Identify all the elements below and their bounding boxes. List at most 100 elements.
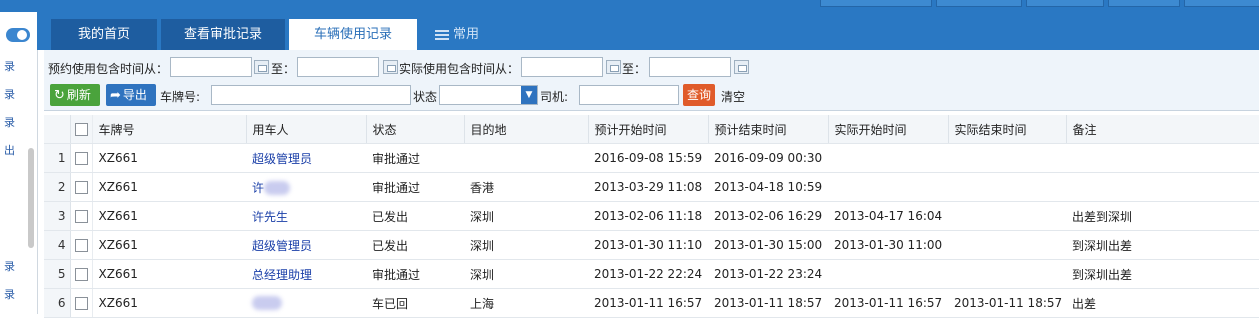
header-button[interactable] <box>1108 0 1180 7</box>
row-checkbox-box[interactable] <box>74 297 88 310</box>
cell-plate: XZ661 <box>92 143 246 173</box>
tab-favorites[interactable]: 常用 <box>435 19 479 50</box>
header-button[interactable] <box>936 0 1022 7</box>
sidebar-item[interactable]: 录 <box>4 258 15 274</box>
sidebar-item[interactable]: 录 <box>4 114 15 130</box>
row-checkbox[interactable] <box>70 259 93 289</box>
header-button[interactable] <box>820 0 932 7</box>
sidebar-item[interactable]: 录 <box>4 86 15 102</box>
row-checkbox-box[interactable] <box>74 210 88 223</box>
table-row[interactable]: 1 XZ661 超级管理员 审批通过 2016-09-08 15:59 2016-09-0… <box>44 143 1259 173</box>
clear-button[interactable]: 清空 <box>721 88 745 105</box>
cell-user <box>246 288 366 318</box>
table-row[interactable]: 5 XZ661 总经理助理 审批通过 深圳 2013-01-22 22:24 2013-01… <box>44 259 1259 289</box>
select-all-checkbox[interactable] <box>74 123 88 136</box>
tab-approval-records[interactable]: 查看审批记录 <box>161 19 285 50</box>
select-all-checkbox-cell[interactable] <box>70 115 93 144</box>
redacted-name <box>264 181 291 195</box>
row-checkbox-box[interactable] <box>74 268 88 281</box>
column-header-plate[interactable]: 车牌号 <box>92 115 247 144</box>
user-link[interactable]: 许先生 <box>252 210 288 224</box>
table-row[interactable]: 3 XZ661 许先生 已发出 深圳 2013-02-06 11:18 2013-02-06… <box>44 201 1259 231</box>
cell-note: 到深圳出差 <box>1066 259 1259 289</box>
row-checkbox[interactable] <box>70 143 93 173</box>
cell-plate: XZ661 <box>92 201 246 231</box>
sidebar-item[interactable]: 出 <box>4 142 15 158</box>
calendar-icon[interactable] <box>383 60 398 74</box>
user-link[interactable]: 超级管理员 <box>252 239 312 253</box>
to-label: 至： <box>622 62 647 76</box>
actual-time-from-input[interactable] <box>521 57 603 77</box>
tab-vehicle-usage[interactable]: 车辆使用记录 <box>289 19 417 50</box>
cell-actual-start: 2013-04-17 16:04 <box>828 201 948 231</box>
table-row[interactable]: 6 XZ661 车已回 上海 2013-01-11 16:57 2013-01-11 18… <box>44 288 1259 318</box>
refresh-button[interactable]: ↻ 刷新 <box>50 84 100 106</box>
column-header-note[interactable]: 备注 <box>1066 115 1259 144</box>
calendar-icon[interactable] <box>606 60 621 74</box>
header-button[interactable] <box>1184 0 1259 7</box>
cell-plate: XZ661 <box>92 230 246 260</box>
column-header-actual-end[interactable]: 实际结束时间 <box>948 115 1067 144</box>
cell-actual-end <box>948 143 1066 173</box>
row-checkbox[interactable] <box>70 201 93 231</box>
cell-planned-end: 2013-01-11 18:57 <box>708 288 828 318</box>
row-checkbox-box[interactable] <box>74 181 88 194</box>
row-checkbox-box[interactable] <box>74 152 88 165</box>
cell-planned-end: 2013-04-18 10:59 <box>708 172 828 202</box>
user-link[interactable]: 超级管理员 <box>252 152 312 166</box>
tab-home[interactable]: 我的首页 <box>51 19 157 50</box>
header-button[interactable] <box>1026 0 1104 7</box>
cell-destination: 深圳 <box>464 259 588 289</box>
row-checkbox[interactable] <box>70 172 93 202</box>
row-number: 6 <box>44 288 71 318</box>
cell-planned-end: 2016-09-09 00:30 <box>708 143 828 173</box>
table-row[interactable]: 2 XZ661 许 审批通过 香港 2013-03-29 11:08 2013-04-18 … <box>44 172 1259 202</box>
user-link[interactable]: 许 <box>252 181 264 195</box>
column-header-destination[interactable]: 目的地 <box>464 115 589 144</box>
driver-label: 司机: <box>540 90 569 104</box>
filter-panel: 预约使用包含时间从： 至： 实际使用包含时间从： 至： ↻ 刷新 ➦ 导出 车牌号:… <box>44 50 1259 111</box>
booking-time-to-input[interactable] <box>297 57 379 77</box>
row-checkbox-box[interactable] <box>74 239 88 252</box>
user-link[interactable]: 总经理助理 <box>252 268 312 282</box>
driver-input[interactable] <box>579 85 679 105</box>
row-checkbox[interactable] <box>70 288 93 318</box>
chevron-down-icon[interactable]: ▼ <box>521 86 537 104</box>
column-header-planned-end[interactable]: 预计结束时间 <box>708 115 829 144</box>
cell-user: 超级管理员 <box>246 230 366 260</box>
plate-input[interactable] <box>211 85 411 105</box>
status-select[interactable]: ▼ <box>439 85 538 105</box>
cell-status: 已发出 <box>366 201 464 231</box>
row-checkbox[interactable] <box>70 230 93 260</box>
export-icon: ➦ <box>110 88 121 103</box>
calendar-icon[interactable] <box>734 60 749 74</box>
row-number-header <box>44 115 71 144</box>
column-header-actual-start[interactable]: 实际开始时间 <box>828 115 949 144</box>
cell-destination: 深圳 <box>464 230 588 260</box>
row-number: 4 <box>44 230 71 260</box>
export-button[interactable]: ➦ 导出 <box>106 84 156 106</box>
sidebar-item[interactable]: 录 <box>4 58 15 74</box>
sidebar-toggle[interactable] <box>6 28 30 42</box>
tab-bar: 我的首页 查看审批记录 车辆使用记录 常用 <box>37 12 1259 50</box>
cell-destination: 上海 <box>464 288 588 318</box>
column-header-user[interactable]: 用车人 <box>246 115 367 144</box>
cell-planned-start: 2013-01-22 22:24 <box>588 259 708 289</box>
cell-destination <box>464 143 588 173</box>
calendar-icon[interactable] <box>254 60 269 74</box>
left-sidebar: 录 录 录 出 录 录 <box>0 12 38 314</box>
sidebar-item[interactable]: 录 <box>4 286 15 302</box>
sidebar-scrollbar[interactable] <box>28 148 34 248</box>
cell-planned-start: 2013-02-06 11:18 <box>588 201 708 231</box>
booking-time-from-input[interactable] <box>170 57 252 77</box>
column-header-planned-start[interactable]: 预计开始时间 <box>588 115 709 144</box>
actual-time-to-input[interactable] <box>649 57 731 77</box>
top-header-bar <box>0 0 1259 12</box>
column-header-status[interactable]: 状态 <box>366 115 465 144</box>
query-button[interactable]: 查询 <box>683 84 715 106</box>
cell-status: 审批通过 <box>366 172 464 202</box>
table-row[interactable]: 4 XZ661 超级管理员 已发出 深圳 2013-01-30 11:10 2013-01-… <box>44 230 1259 260</box>
cell-note <box>1066 172 1259 202</box>
cell-status: 车已回 <box>366 288 464 318</box>
plate-label: 车牌号: <box>160 90 201 104</box>
